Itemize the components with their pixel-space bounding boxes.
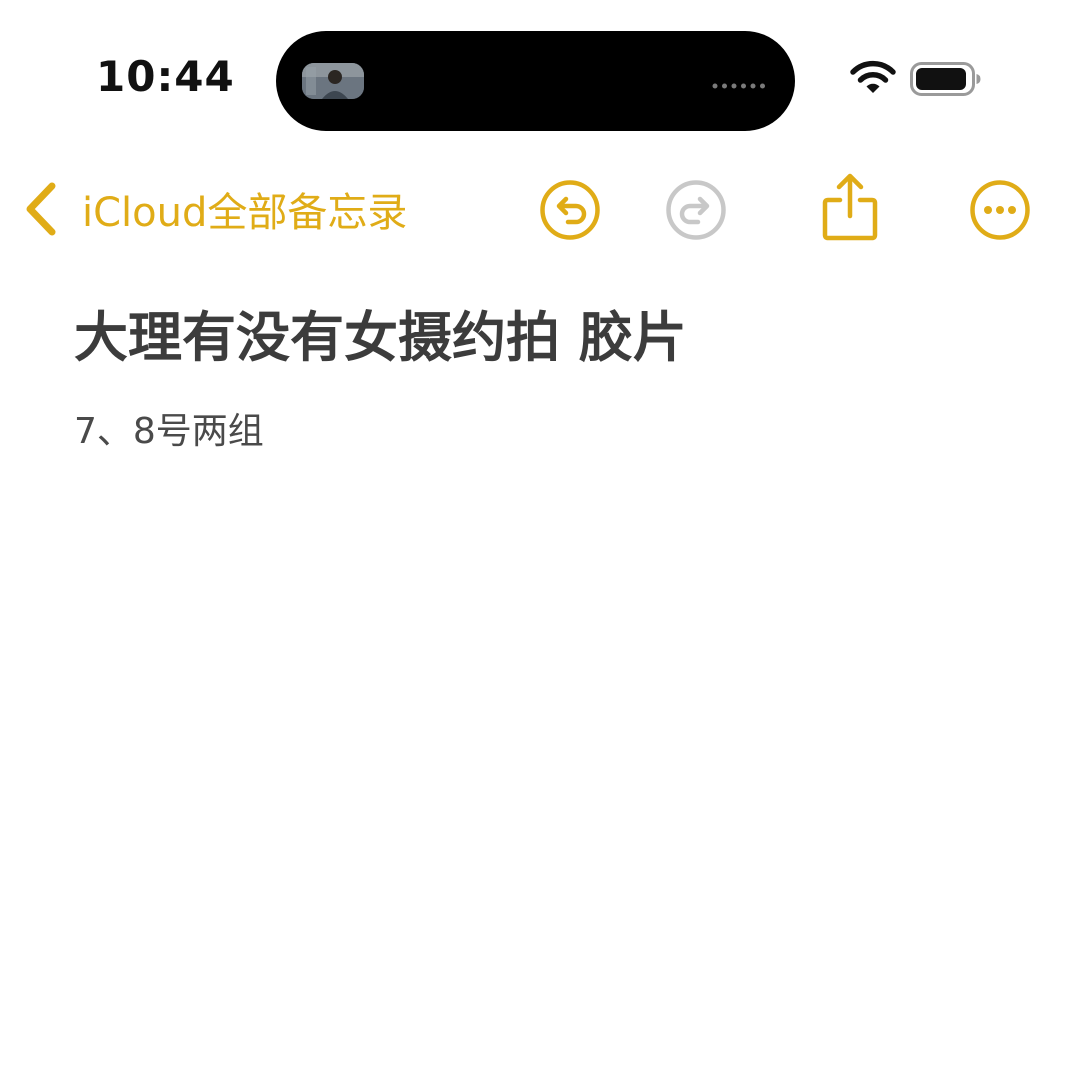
redo-button[interactable] bbox=[664, 178, 728, 242]
more-dots-icon bbox=[711, 75, 767, 89]
share-icon bbox=[822, 173, 878, 241]
undo-icon bbox=[540, 180, 600, 240]
back-chevron-icon bbox=[26, 182, 56, 236]
back-label: iCloud全部备忘录 bbox=[82, 190, 408, 236]
back-button[interactable]: iCloud全部备忘录 bbox=[22, 174, 407, 244]
redo-icon bbox=[666, 180, 726, 240]
camera-thumbnail-icon bbox=[302, 63, 364, 99]
undo-button[interactable] bbox=[538, 178, 602, 242]
battery-icon bbox=[910, 62, 982, 96]
note-content[interactable]: 大理有没有女摄约拍 胶片 7、8号两组 bbox=[74, 298, 1034, 462]
share-button[interactable] bbox=[818, 172, 882, 242]
status-bar: 10:44 bbox=[0, 0, 1080, 150]
note-body[interactable]: 7、8号两组 bbox=[74, 402, 1034, 462]
status-time: 10:44 bbox=[96, 52, 235, 101]
nav-bar: iCloud全部备忘录 bbox=[0, 160, 1080, 260]
more-icon bbox=[970, 180, 1030, 240]
wifi-icon bbox=[850, 60, 896, 96]
more-button[interactable] bbox=[968, 178, 1032, 242]
notes-screen: 10:44 iCloud全部备忘录 大理有没有女摄约拍 胶片 7、8号两组 bbox=[0, 0, 1080, 1080]
dynamic-island[interactable] bbox=[276, 31, 795, 131]
note-title[interactable]: 大理有没有女摄约拍 胶片 bbox=[74, 298, 1034, 378]
